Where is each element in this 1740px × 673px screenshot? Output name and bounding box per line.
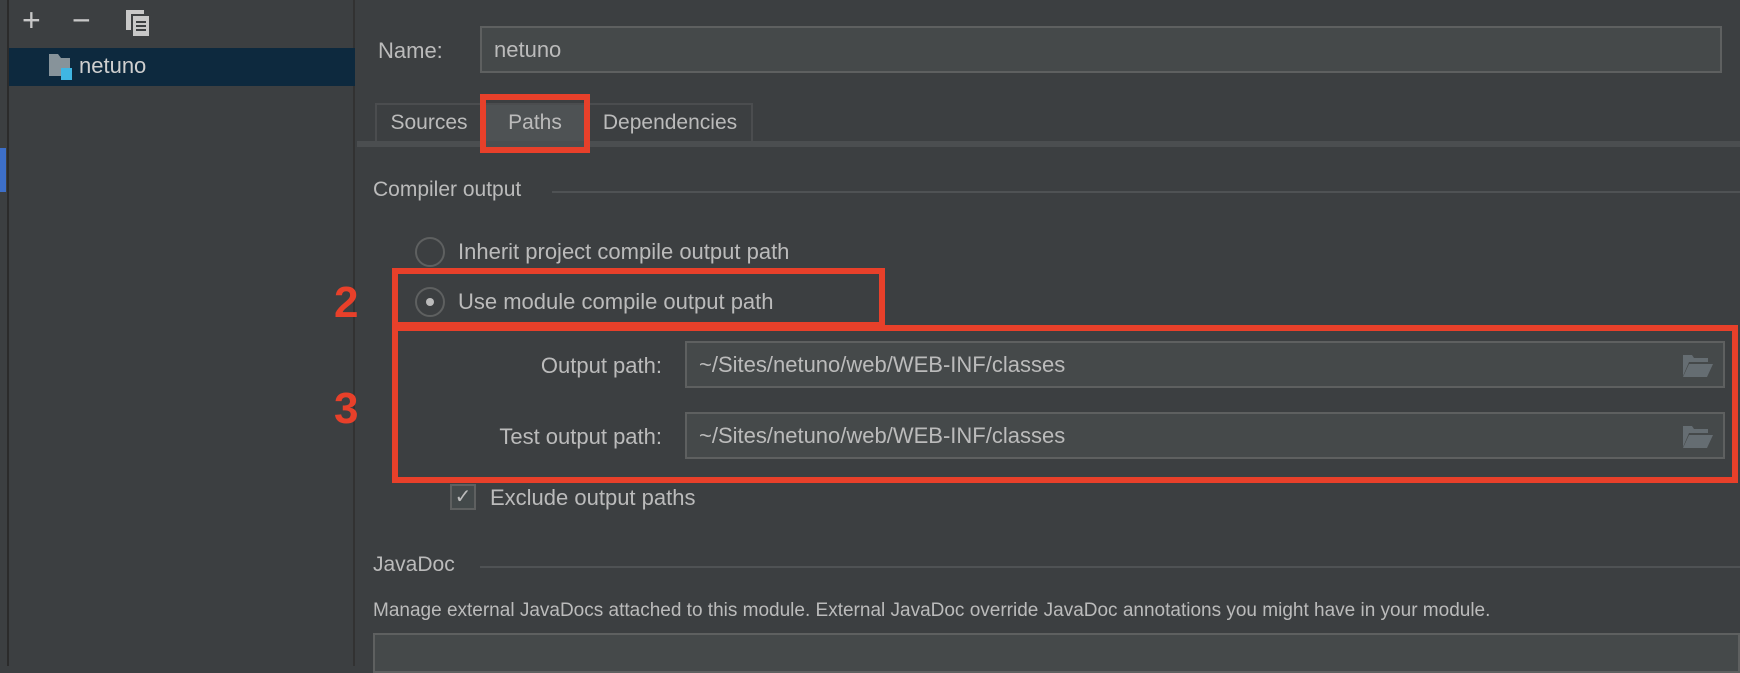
tab-label: Dependencies bbox=[602, 111, 738, 134]
radio-inherit-label: Inherit project compile output path bbox=[458, 239, 790, 264]
add-button[interactable]: + bbox=[22, 2, 41, 39]
section-separator bbox=[552, 191, 1740, 193]
javadoc-title: JavaDoc bbox=[373, 553, 455, 576]
section-separator bbox=[480, 566, 1740, 568]
annotation-box-paths bbox=[480, 94, 590, 153]
left-accent-bar bbox=[0, 148, 6, 192]
name-input[interactable]: netuno bbox=[480, 26, 1722, 73]
tab-label: Sources bbox=[390, 111, 468, 134]
annotation-box-2 bbox=[392, 268, 885, 328]
tab-sources[interactable]: Sources bbox=[375, 103, 483, 141]
tree-item-label: netuno bbox=[79, 53, 147, 78]
javadoc-list[interactable] bbox=[373, 633, 1740, 673]
javadoc-description: Manage external JavaDocs attached to thi… bbox=[373, 600, 1491, 621]
annotation-number-3: 3 bbox=[334, 384, 359, 433]
tree-item-netuno[interactable]: netuno bbox=[9, 48, 355, 86]
exclude-output-checkbox[interactable]: ✓ bbox=[450, 484, 476, 510]
name-label: Name: bbox=[378, 38, 443, 63]
copy-icon[interactable] bbox=[126, 10, 150, 36]
remove-button[interactable]: − bbox=[72, 2, 91, 39]
name-value: netuno bbox=[494, 36, 562, 62]
annotation-box-3 bbox=[392, 325, 1738, 483]
radio-inherit[interactable] bbox=[415, 237, 445, 267]
tab-dependencies[interactable]: Dependencies bbox=[587, 103, 753, 141]
module-folder-icon bbox=[49, 54, 72, 80]
module-sidebar bbox=[7, 0, 355, 666]
compiler-output-title: Compiler output bbox=[373, 178, 522, 201]
annotation-number-2: 2 bbox=[334, 278, 359, 327]
exclude-output-label: Exclude output paths bbox=[490, 485, 696, 510]
